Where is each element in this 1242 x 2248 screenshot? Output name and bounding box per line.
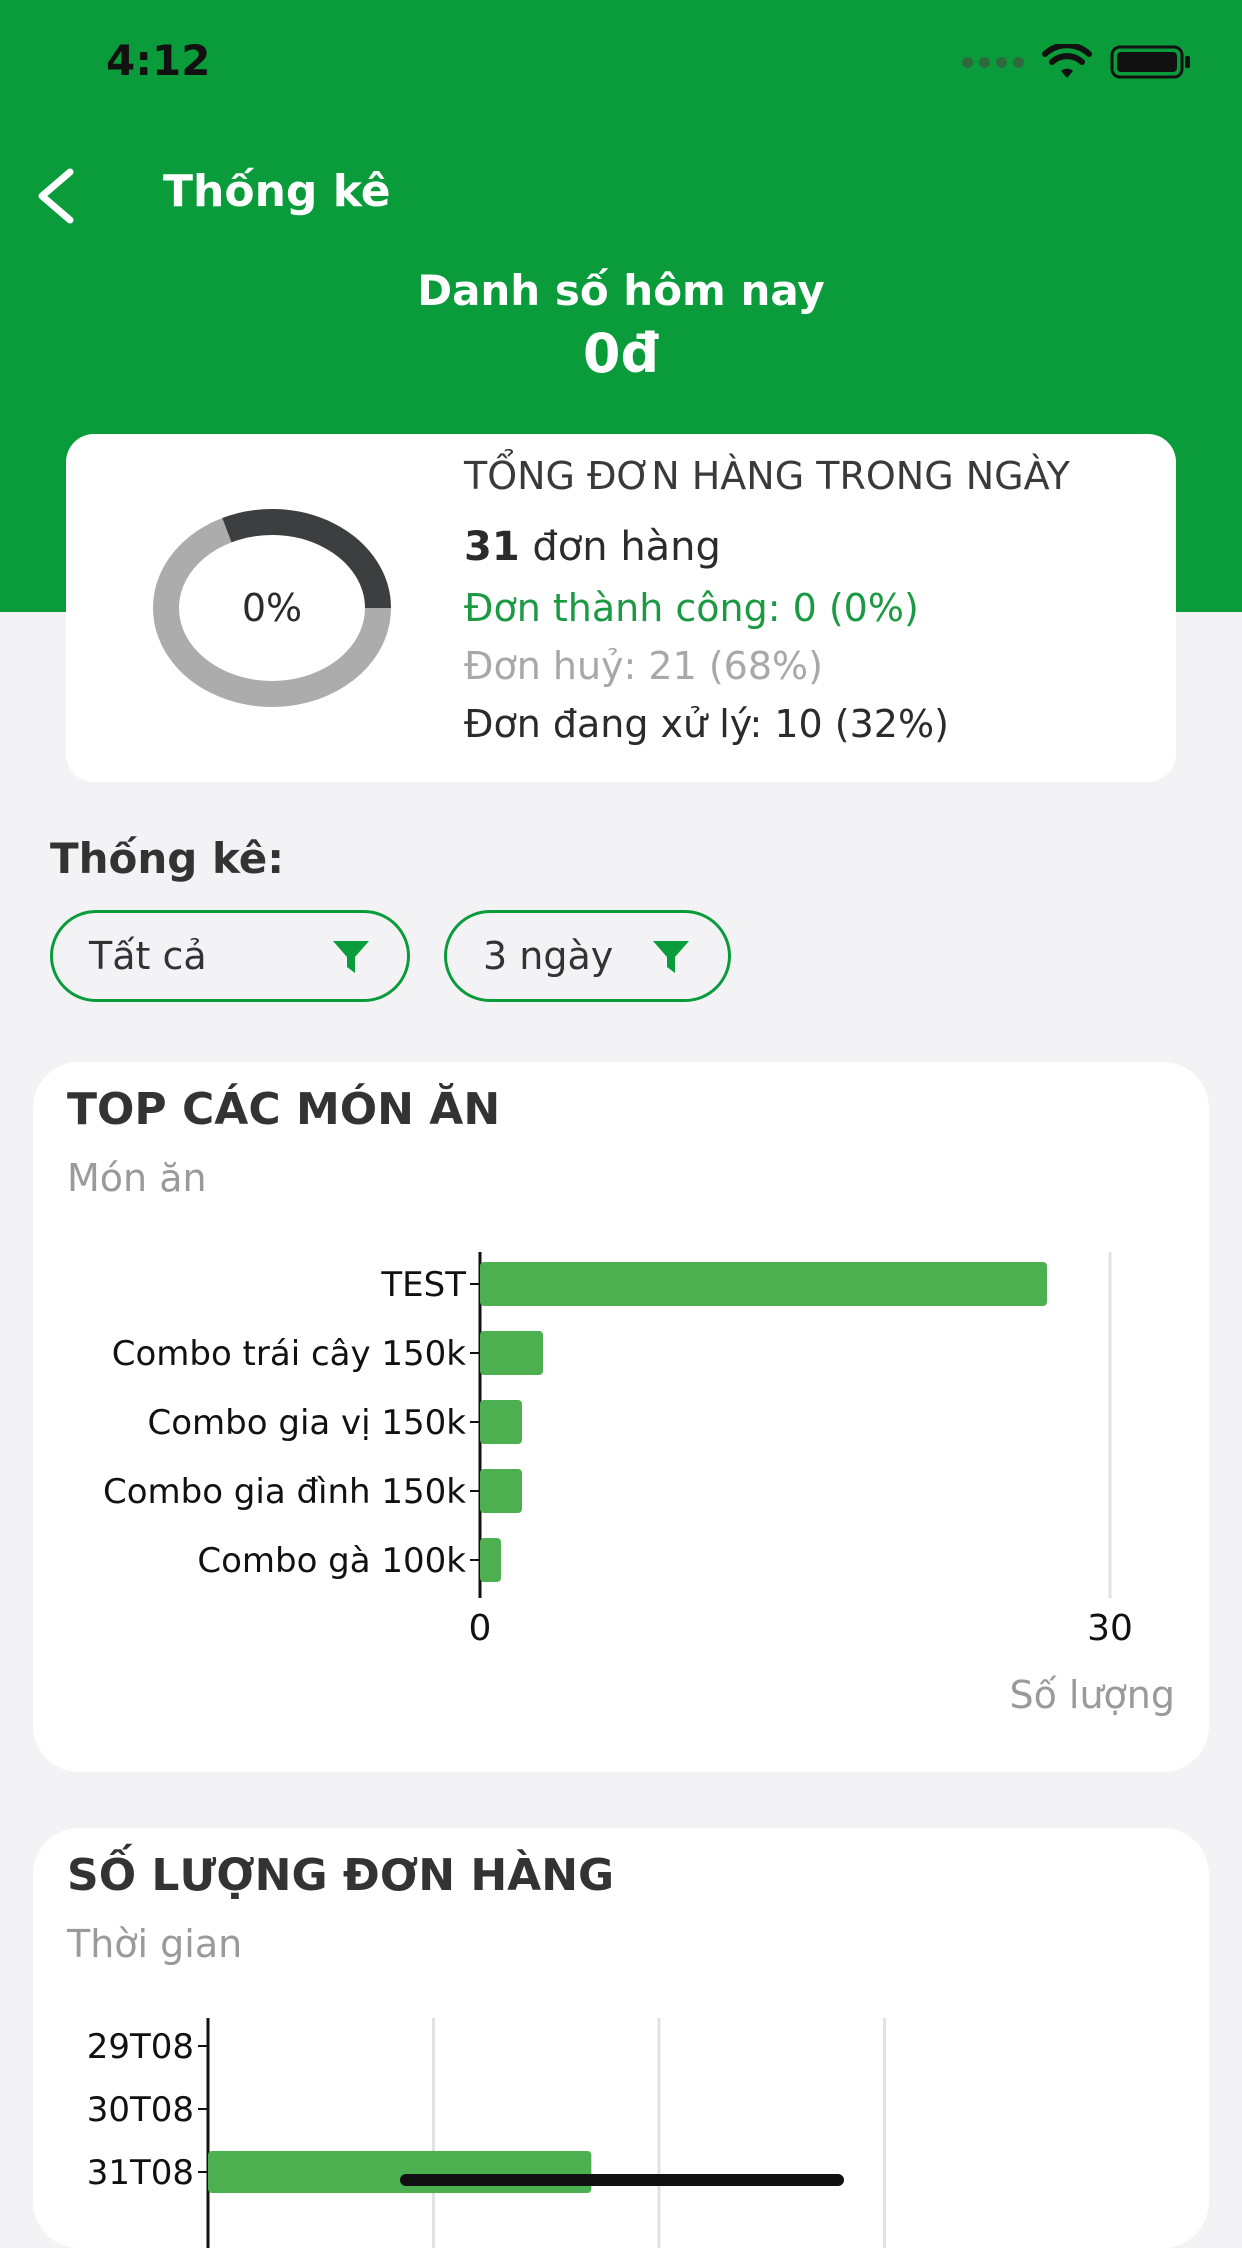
summary-cancelled: Đơn huỷ: 21 (68%) — [464, 644, 823, 688]
top-dishes-card: TOP CÁC MÓN ĂN Món ăn TEST Combo trái cây… — [33, 1062, 1209, 1772]
bar — [480, 1469, 522, 1513]
back-button[interactable] — [24, 160, 94, 230]
total-count: 31 — [464, 524, 520, 570]
category-label: 31T08 — [87, 2153, 194, 2193]
summary-title: TỔNG ĐƠN HÀNG TRONG NGÀY — [464, 454, 1070, 498]
category-label: TEST — [380, 1265, 466, 1305]
category-label: Combo gà 100k — [197, 1541, 466, 1581]
bar — [480, 1538, 501, 1582]
x-tick-label: 0 — [469, 1608, 492, 1649]
top-dishes-chart: TEST Combo trái cây 150k Combo gia vị 150k… — [103, 1252, 1175, 1717]
category-label: Combo gia vị 150k — [148, 1403, 467, 1443]
summary-total: 31 đơn hàng — [464, 524, 721, 570]
filter-icon — [653, 941, 689, 973]
x-tick-label: 30 — [1087, 1608, 1133, 1649]
x-axis-label: Số lượng — [1009, 1673, 1175, 1717]
bar — [480, 1400, 522, 1444]
today-sales-value: 0đ — [582, 322, 660, 385]
period-filter-label: 3 ngày — [483, 934, 614, 978]
chevron-left-icon — [38, 168, 74, 224]
battery-icon — [1110, 45, 1190, 79]
stats-label: Thống kê: — [50, 834, 285, 883]
bar — [480, 1262, 1047, 1306]
category-label: Combo trái cây 150k — [112, 1334, 467, 1374]
summary-processing: Đơn đang xử lý: 10 (32%) — [464, 702, 949, 746]
summary-success: Đơn thành công: 0 (0%) — [464, 586, 919, 630]
category-label: 29T08 — [87, 2027, 194, 2067]
category-filter[interactable]: Tất cả — [50, 910, 410, 1002]
category-label: 30T08 — [87, 2090, 194, 2130]
order-summary-card: 0% TỔNG ĐƠN HÀNG TRONG NGÀY 31 đơn hàng … — [66, 434, 1176, 782]
wifi-icon — [1042, 44, 1092, 78]
home-indicator — [400, 2174, 844, 2186]
category-filter-label: Tất cả — [89, 934, 207, 978]
period-filter[interactable]: 3 ngày — [444, 910, 731, 1002]
total-suffix: đơn hàng — [532, 524, 721, 570]
category-label: Combo gia đình 150k — [103, 1472, 466, 1512]
donut-percent: 0% — [241, 586, 303, 630]
page-title: Thống kê — [163, 166, 391, 217]
today-sales-label: Danh số hôm nay — [417, 266, 825, 315]
filter-icon — [333, 941, 369, 973]
bar — [480, 1331, 543, 1375]
signal-icon — [962, 56, 1024, 68]
status-icons — [962, 44, 1192, 80]
status-time: 4:12 — [106, 36, 211, 85]
